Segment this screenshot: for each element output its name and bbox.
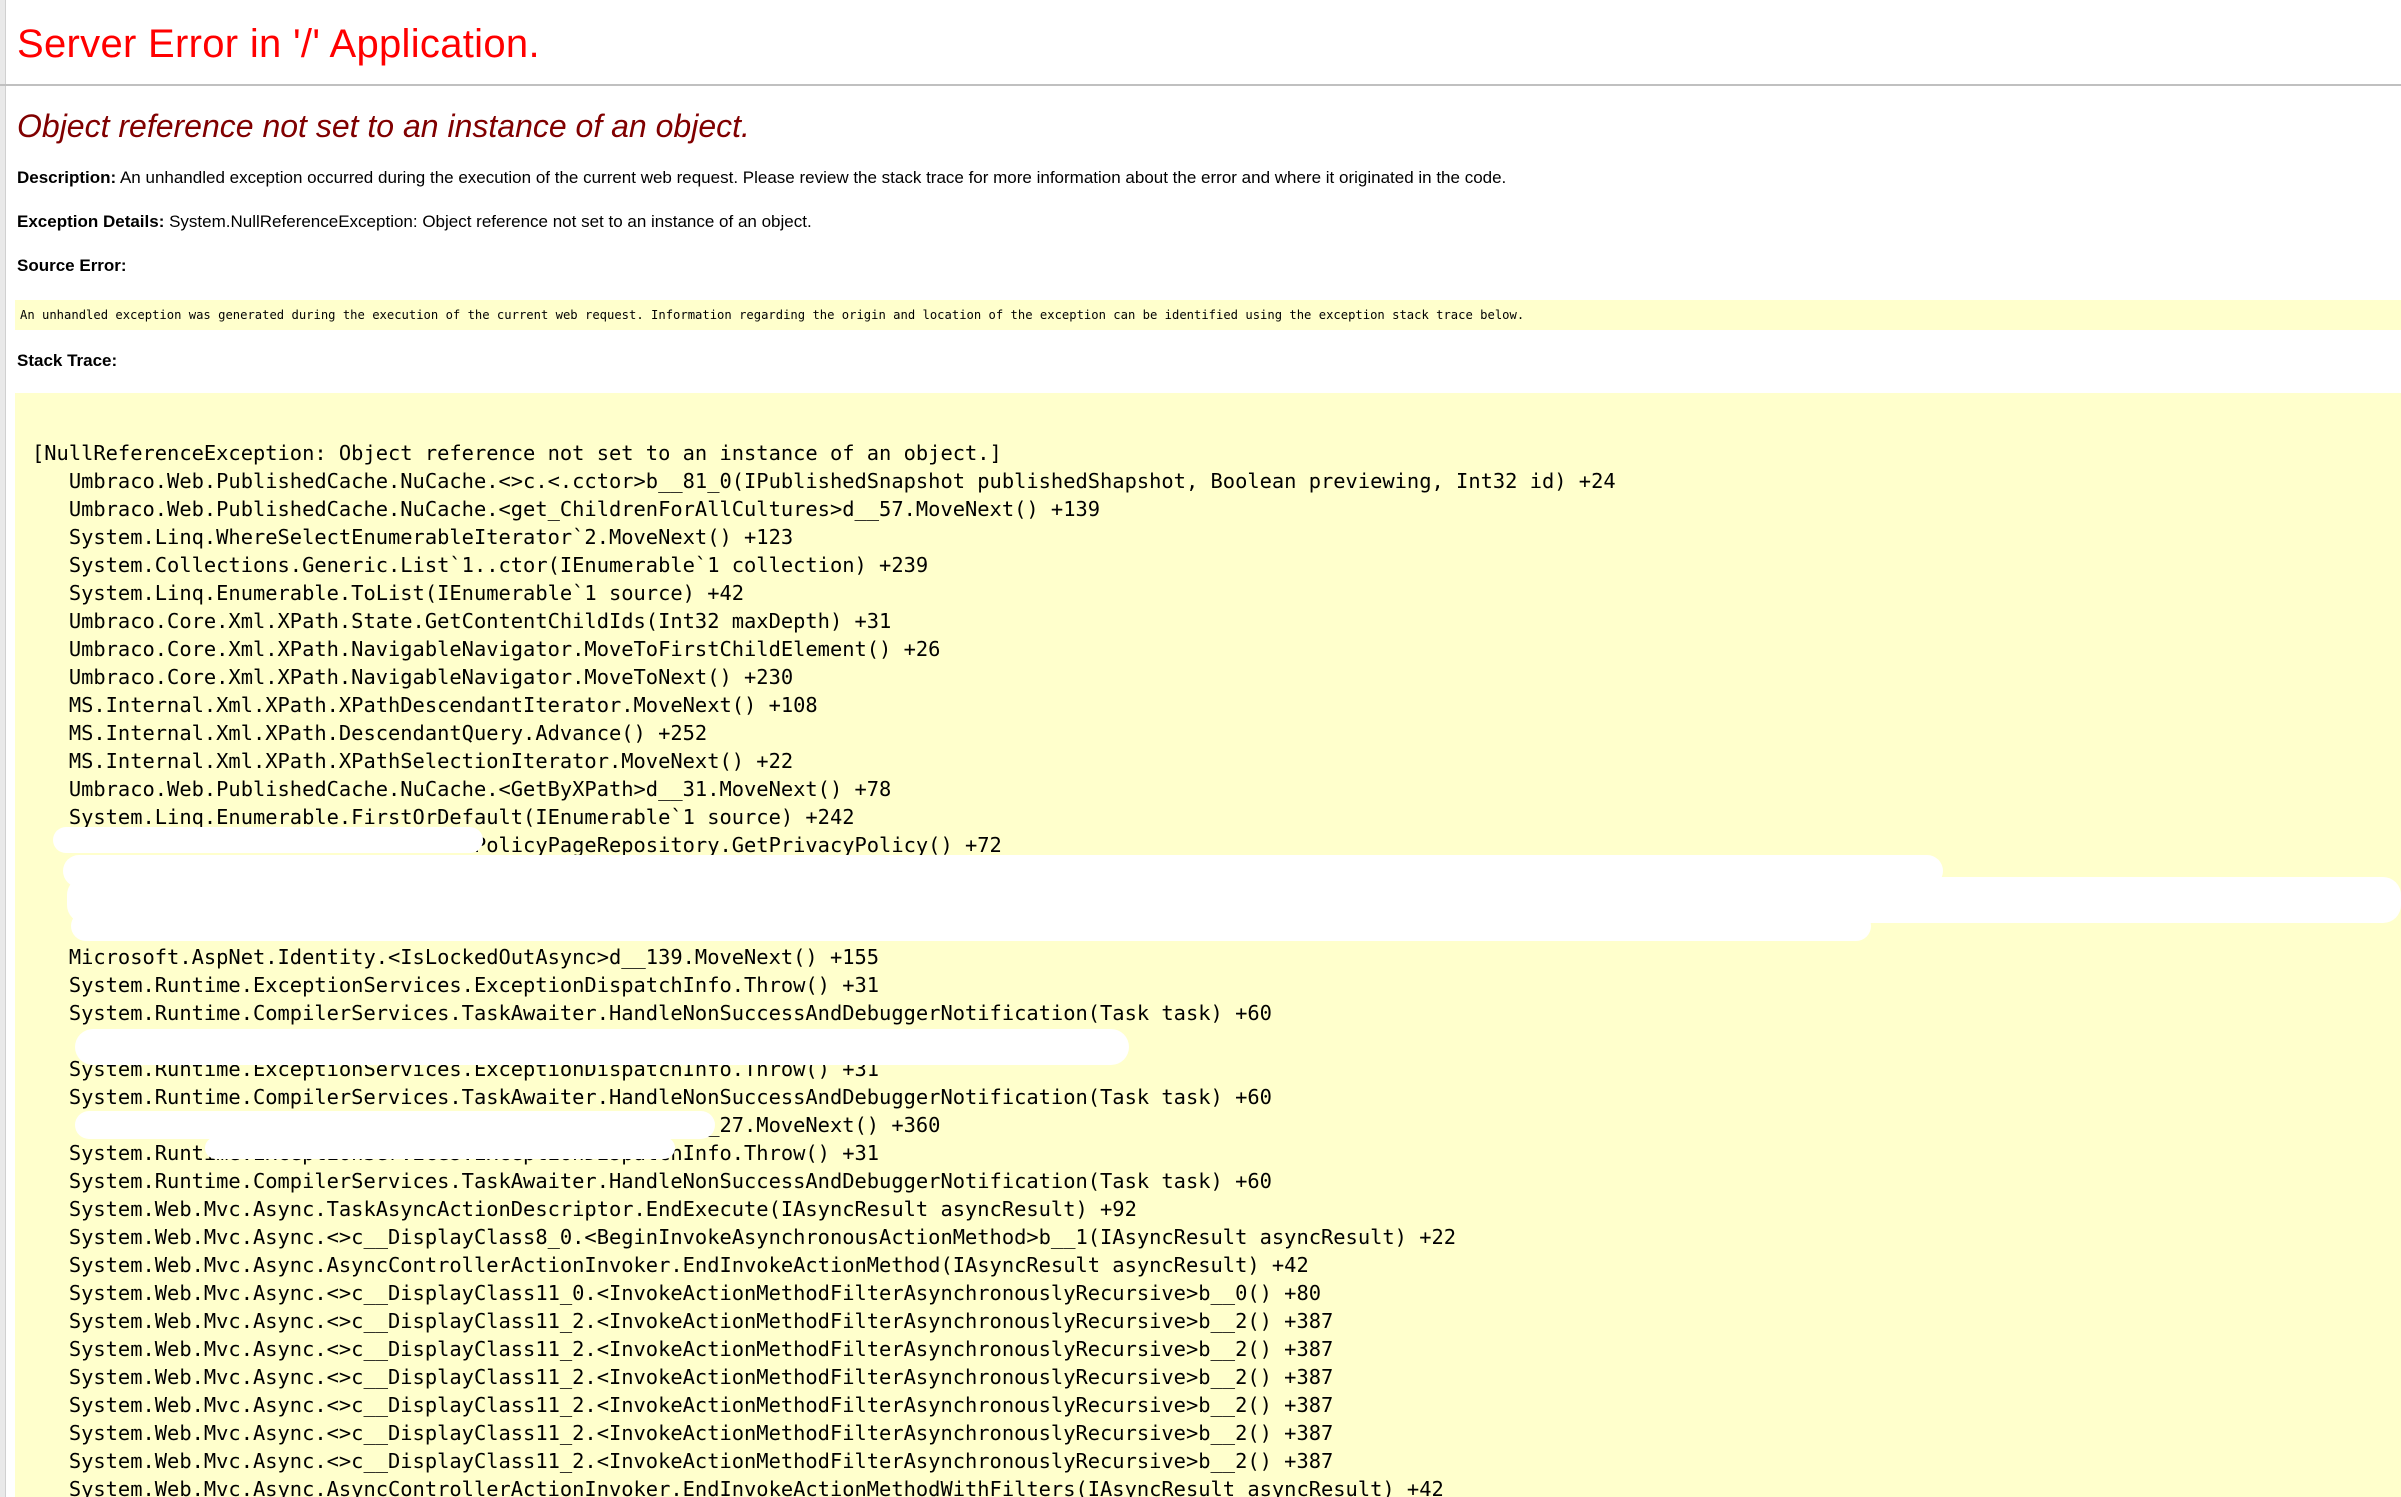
stack-trace-line: System.Runtime.CompilerServices.TaskAwai… [32, 1169, 1272, 1193]
description-label: Description: [17, 168, 117, 187]
stack-trace-line: Umbraco.Core.Xml.XPath.State.GetContentC… [32, 609, 892, 633]
stack-trace-line: System.Linq.Enumerable.ToList(IEnumerabl… [32, 581, 745, 605]
exception-details-text: System.NullReferenceException: Object re… [164, 212, 812, 231]
stack-trace-line: System.Web.Mvc.Async.<>c__DisplayClass11… [32, 1365, 1334, 1389]
stack-trace-line: System.Web.Mvc.Async.<>c__DisplayClass11… [32, 1421, 1334, 1445]
stack-trace-line: Microsoft.AspNet.Identity.<IsLockedOutAs… [32, 945, 880, 969]
stack-trace-line: MS.Internal.Xml.XPath.XPathSelectionIter… [32, 749, 794, 773]
stack-trace-line: Umbraco.Core.Xml.XPath.NavigableNavigato… [32, 637, 941, 661]
source-error-label: Source Error: [17, 256, 127, 275]
stack-trace-line: System.Web.Mvc.Async.<>c__DisplayClass11… [32, 1337, 1334, 1361]
stack-trace-line: System.Runtime.CompilerServices.TaskAwai… [32, 1085, 1272, 1109]
stack-trace-line: Umbraco.Web.PublishedCache.NuCache.<get_… [32, 497, 1101, 521]
stack-trace-line: MS.Internal.Xml.XPath.XPathDescendantIte… [32, 693, 818, 717]
stack-trace-line: System.Web.Mvc.Async.AsyncControllerActi… [32, 1253, 1309, 1277]
stack-trace-line: System.Web.Mvc.Async.TaskAsyncActionDesc… [32, 1197, 1137, 1221]
source-error-heading: Source Error: [17, 256, 127, 276]
stack-trace-line: [NullReferenceException: Object referenc… [32, 441, 1002, 465]
stack-trace-lines: [NullReferenceException: Object referenc… [32, 439, 1616, 1497]
stack-trace-line: System.Runtime.CompilerServices.TaskAwai… [32, 1001, 1272, 1025]
window-left-edge [0, 0, 6, 1497]
source-error-box: An unhandled exception was generated dur… [15, 300, 2401, 330]
stack-trace-line: Umbraco.Core.Xml.XPath.NavigableNavigato… [32, 665, 794, 689]
redaction-mark [71, 911, 1871, 941]
stack-trace-line: System.Collections.Generic.List`1..ctor(… [32, 553, 929, 577]
stack-trace-line: System.Runtime.ExceptionServices.Excepti… [32, 973, 880, 997]
stack-trace-line: Umbraco.Web.PublishedCache.NuCache.<GetB… [32, 777, 892, 801]
title-divider [0, 84, 2401, 86]
exception-details: Exception Details: System.NullReferenceE… [17, 212, 812, 232]
error-message: Object reference not set to an instance … [17, 108, 750, 144]
exception-details-label: Exception Details: [17, 212, 165, 231]
description: Description: An unhandled exception occu… [17, 168, 1506, 188]
redaction-mark [53, 827, 483, 853]
stack-trace-line: System.Web.Mvc.Async.AsyncControllerActi… [32, 1477, 1444, 1497]
stack-trace-label: Stack Trace: [17, 351, 118, 370]
stack-trace-box: [NullReferenceException: Object referenc… [15, 393, 2401, 1497]
stack-trace-line: Umbraco.Web.PublishedCache.NuCache.<>c.<… [32, 469, 1616, 493]
stack-trace-line: MS.Internal.Xml.XPath.DescendantQuery.Ad… [32, 721, 708, 745]
stack-trace-heading: Stack Trace: [17, 351, 117, 371]
stack-trace-line: System.Web.Mvc.Async.<>c__DisplayClass11… [32, 1393, 1334, 1417]
stack-trace-line: System.Web.Mvc.Async.<>c__DisplayClass8_… [32, 1225, 1457, 1249]
stack-trace-line: System.Web.Mvc.Async.<>c__DisplayClass11… [32, 1281, 1322, 1305]
stack-trace-line: System.Web.Mvc.Async.<>c__DisplayClass11… [32, 1449, 1334, 1473]
redaction-mark [75, 1111, 715, 1139]
redaction-mark [205, 1137, 675, 1159]
description-text: An unhandled exception occurred during t… [116, 168, 1507, 187]
page-title: Server Error in '/' Application. [17, 22, 540, 66]
stack-trace-line: System.Linq.WhereSelectEnumerableIterato… [32, 525, 794, 549]
source-error-text: An unhandled exception was generated dur… [20, 308, 1525, 322]
redaction-mark [75, 1029, 1129, 1065]
stack-trace-line: System.Web.Mvc.Async.<>c__DisplayClass11… [32, 1309, 1334, 1333]
